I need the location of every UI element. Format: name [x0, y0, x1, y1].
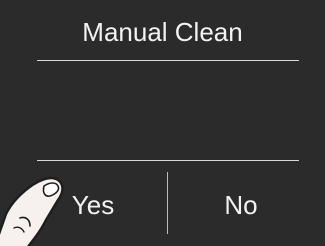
- yes-button-label: Yes: [71, 189, 115, 220]
- no-button[interactable]: No: [168, 170, 314, 240]
- dialog-title: Manual Clean: [82, 17, 243, 47]
- buttons-divider: [37, 160, 299, 161]
- no-button-label: No: [224, 189, 258, 220]
- manual-clean-dialog: Manual Clean Yes No: [0, 0, 325, 246]
- yes-button[interactable]: Yes: [20, 170, 166, 240]
- dialog-content-area: [37, 61, 299, 160]
